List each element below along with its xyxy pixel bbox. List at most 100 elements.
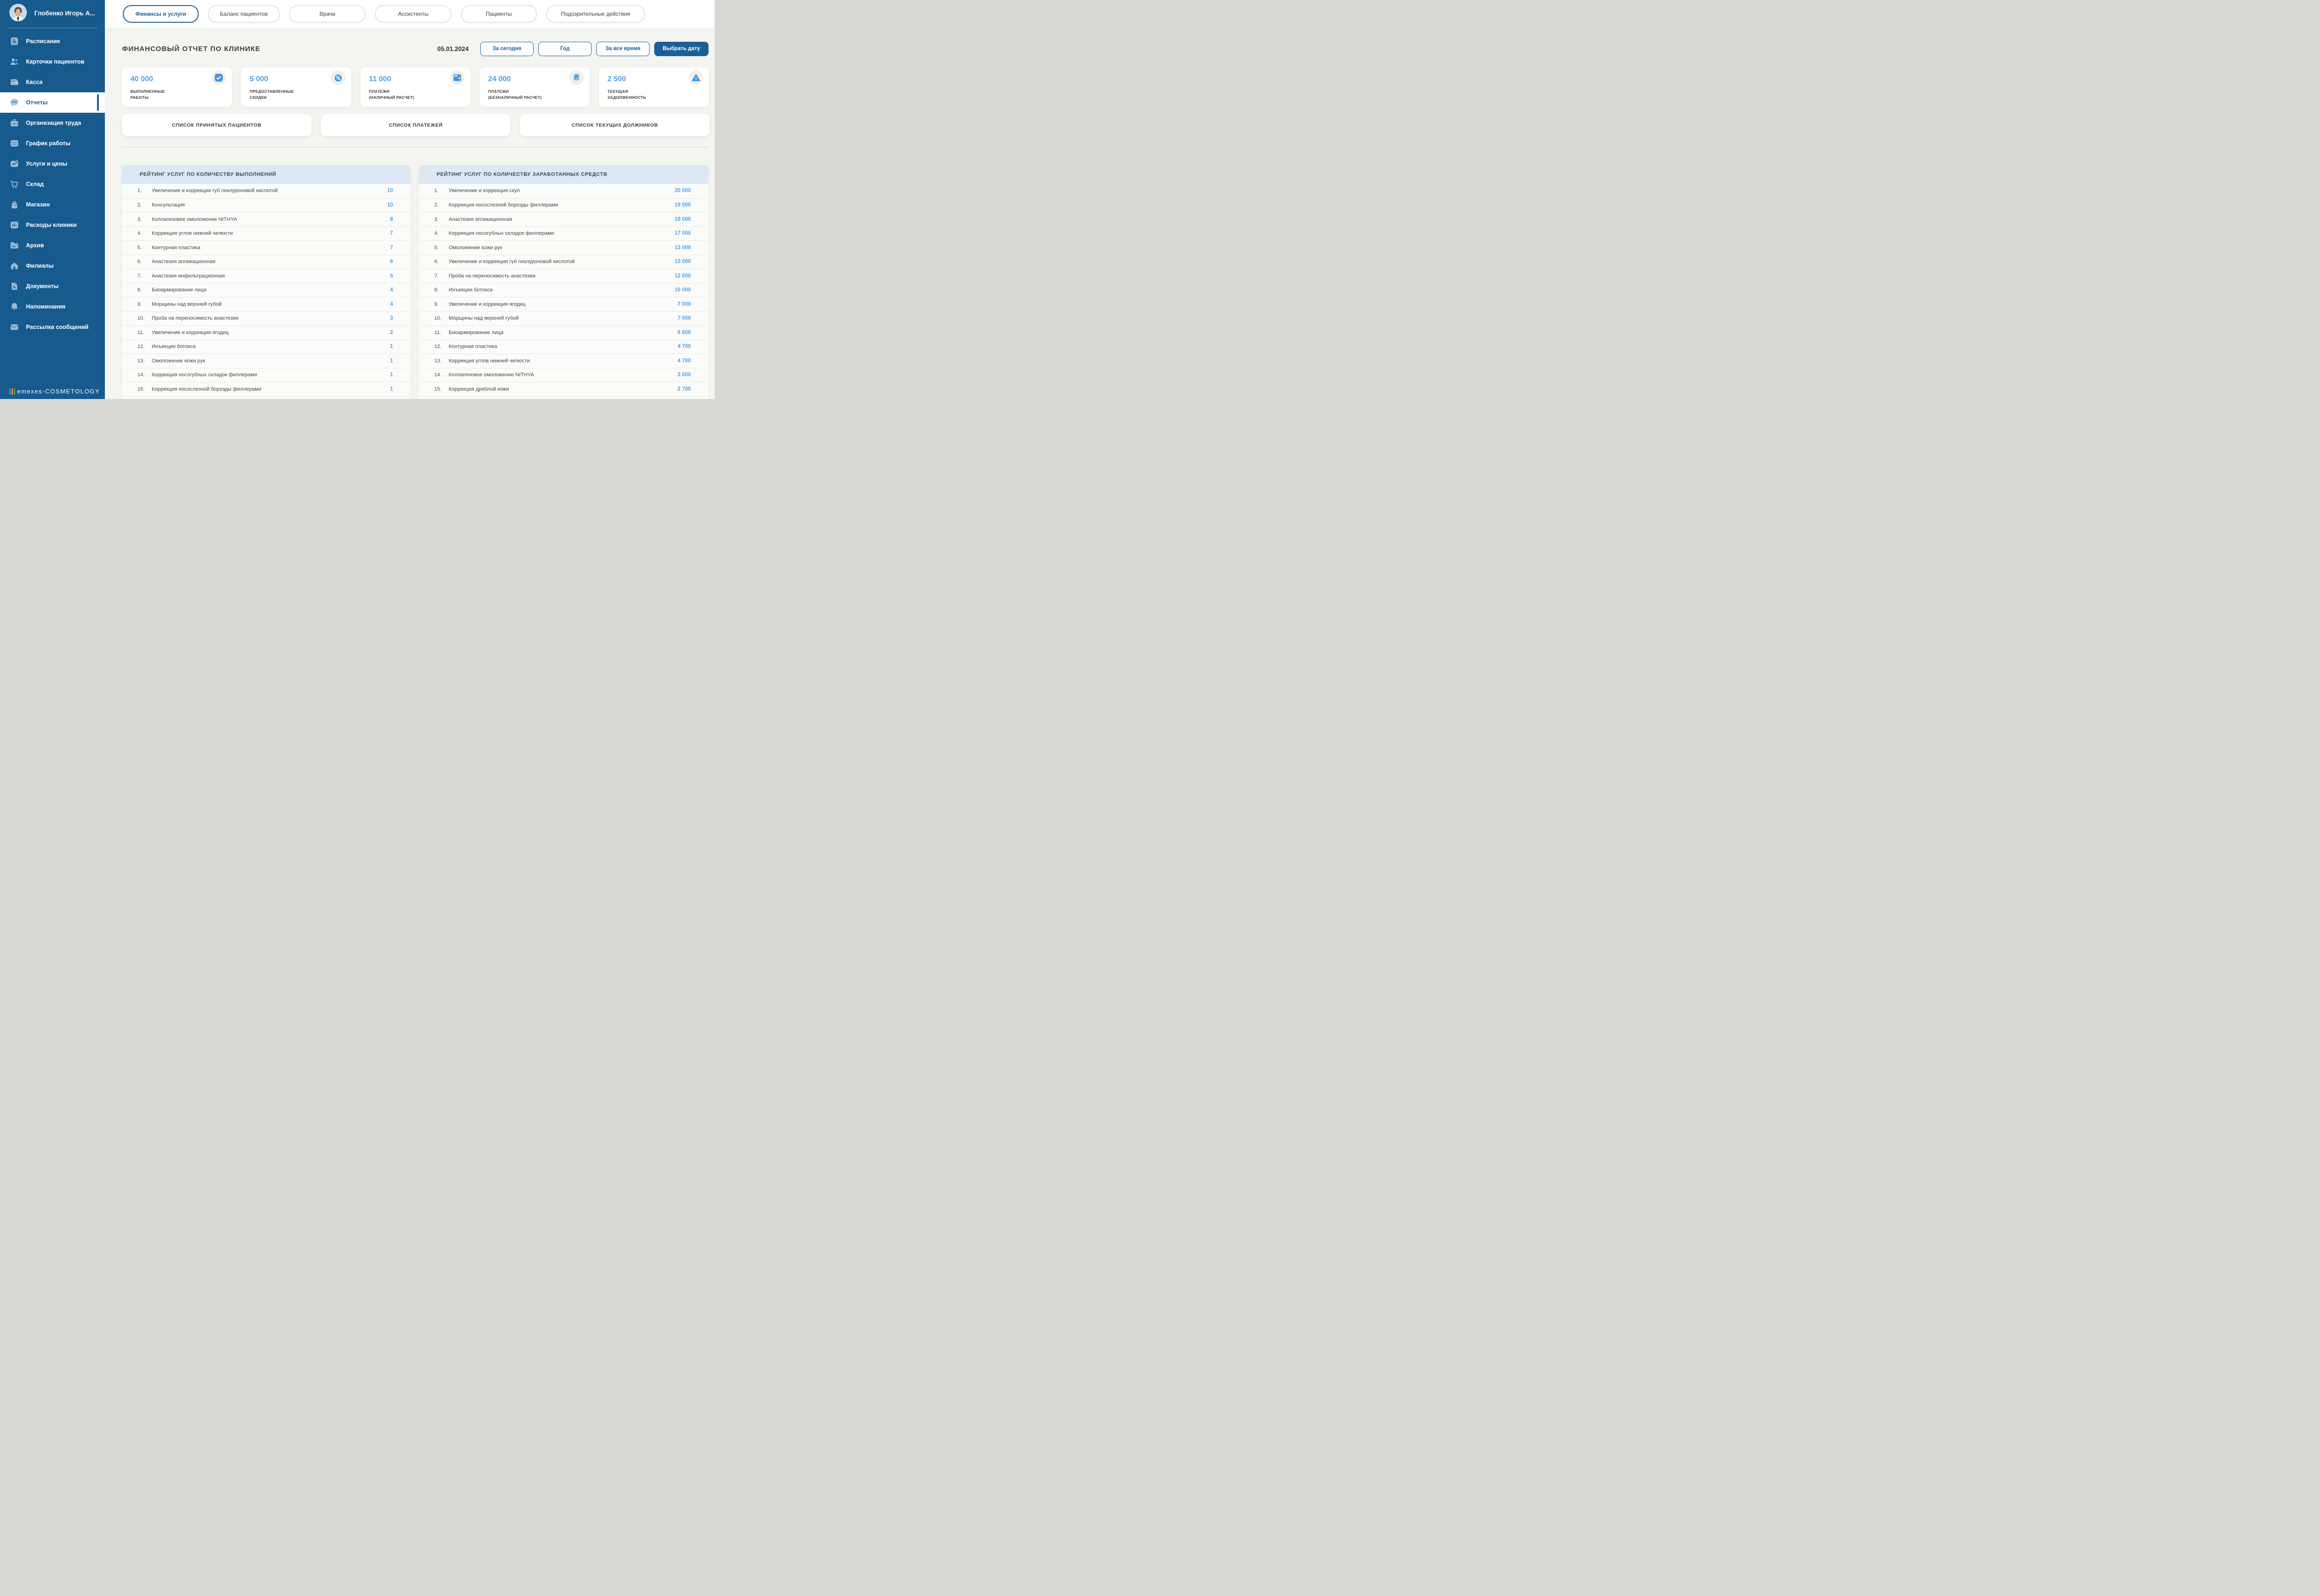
row-value: 2 xyxy=(390,330,393,335)
row-value: 17 000 xyxy=(675,231,691,236)
sidebar-item-label: Рассылка сообщений xyxy=(26,324,89,330)
table-row: 1. Увеличение и коррекция губ гиалуронов… xyxy=(122,184,411,198)
row-rank: 8. xyxy=(434,287,438,293)
row-service-name: Омоложение кожи рук xyxy=(449,245,502,251)
tab-patient-balance[interactable]: Баланс пациентов xyxy=(208,5,280,23)
shopping-bag-icon xyxy=(9,200,19,210)
rating-tables-row: РЕЙТИНГ УСЛУГ ПО КОЛИЧЕСТВУ ВЫПОЛНЕНИЙ 1… xyxy=(122,165,709,399)
sidebar-item-work-organization[interactable]: Организация труда xyxy=(0,113,105,133)
row-value: 7 000 xyxy=(677,302,691,307)
table-row: 7. Проба на переносимость анастезии 12 0… xyxy=(419,269,709,283)
sidebar-item-work-schedule[interactable]: График работы xyxy=(0,133,105,154)
table-row: 6. Увеличение и коррекция губ гиалуронов… xyxy=(419,255,709,269)
sidebar-item-messages[interactable]: Рассылка сообщений xyxy=(0,317,105,337)
page-title: ФИНАНСОВЫЙ ОТЧЕТ ПО КЛИНИКЕ xyxy=(122,45,260,53)
table-row: 8. Биоармирование лица 4 xyxy=(122,283,411,297)
row-value: 7 xyxy=(390,231,393,236)
row-value: 1 xyxy=(390,386,393,392)
discount-percent-icon xyxy=(331,71,345,85)
stat-value: 11 000 xyxy=(369,75,391,84)
payments-list-button[interactable]: СПИСОК ПЛАТЕЖЕЙ xyxy=(321,114,510,136)
sidebar-item-reports[interactable]: Отчеты xyxy=(0,92,105,113)
sidebar-item-shop[interactable]: Магазин xyxy=(0,194,105,215)
sidebar-item-label: Организация труда xyxy=(26,120,81,126)
tab-doctors[interactable]: Врачи xyxy=(289,5,366,23)
table-row: 6. Анастезия апликационная 6 xyxy=(122,255,411,269)
row-service-name: Инъекции ботокса xyxy=(449,287,493,293)
section-divider xyxy=(122,147,709,148)
stat-label: ПЛАТЕЖИ(БЕЗНАЛИЧНЫЙ РАСЧЕТ) xyxy=(488,89,542,101)
stat-label: ПЛАТЕЖИ(НАЛИЧНЫЙ РАСЧЕТ) xyxy=(369,89,414,101)
row-service-name: Контурная пластика xyxy=(152,245,200,251)
sidebar-item-label: Магазин xyxy=(26,201,50,208)
stat-value: 5 000 xyxy=(250,75,268,84)
check-icon xyxy=(212,71,226,85)
row-value: 10 xyxy=(387,188,393,193)
tab-suspicious-actions[interactable]: Подозрительные действия xyxy=(546,5,645,23)
row-service-name: Анастезия апликационная xyxy=(152,259,215,264)
row-service-name: Проба на переносимость анастезии xyxy=(152,315,238,321)
sidebar-item-branches[interactable]: Филиалы xyxy=(0,256,105,276)
row-service-name: Коррекция углов нижней челюсти xyxy=(152,231,233,236)
table-row: 14. Коллагеновое омоложение NITHYA 3 000 xyxy=(419,368,709,382)
stat-value: 2 500 xyxy=(607,75,626,84)
tab-finances-services[interactable]: Финансы и услуги xyxy=(123,5,199,23)
sidebar-item-archive[interactable]: Архив xyxy=(0,235,105,256)
calendar-grid-icon xyxy=(9,138,19,148)
stat-value: 40 000 xyxy=(130,75,153,84)
stat-card-current-debt: 2 500 ТЕКУЩАЯЗАДОЛЖЕННОСТЬ xyxy=(599,67,709,107)
current-debtors-list-button[interactable]: СПИСОК ТЕКУЩИХ ДОЛЖНИКОВ xyxy=(520,114,709,136)
stat-label: ВЫПОЛНЕННЫЕРАБОТЫ xyxy=(130,89,165,101)
sidebar-item-documents[interactable]: Документы xyxy=(0,276,105,296)
row-rank: 6. xyxy=(434,259,438,264)
tab-assistants[interactable]: Ассистенты xyxy=(375,5,451,23)
row-rank: 6. xyxy=(137,259,142,264)
table-row: 5. Омоложение кожи рук 13 000 xyxy=(419,240,709,255)
user-profile[interactable]: Глобенко Игорь А... xyxy=(0,0,105,28)
sidebar-item-schedule[interactable]: Расписание xyxy=(0,31,105,51)
folder-icon xyxy=(9,240,19,251)
tab-patients[interactable]: Пациенты xyxy=(461,5,537,23)
table-row: 8. Инъекции ботокса 10 000 xyxy=(419,283,709,297)
row-rank: 3. xyxy=(137,217,142,222)
document-icon xyxy=(9,281,19,291)
sidebar-item-warehouse[interactable]: Склад xyxy=(0,174,105,194)
sidebar: Глобенко Игорь А... Расписание Карточки … xyxy=(0,0,105,399)
range-year-button[interactable]: Год xyxy=(538,42,592,56)
table-title: РЕЙТИНГ УСЛУГ ПО КОЛИЧЕСТВУ ЗАРАБОТАННЫХ… xyxy=(437,172,607,177)
sidebar-item-label: Услуги и цены xyxy=(26,161,67,167)
row-rank: 8. xyxy=(137,287,142,293)
stat-card-cashless-payments: 24 000 ₴ ПЛАТЕЖИ(БЕЗНАЛИЧНЫЙ РАСЧЕТ) xyxy=(480,67,590,107)
sidebar-item-cashbox[interactable]: Касса xyxy=(0,72,105,92)
sidebar-item-clinic-expenses[interactable]: Расходы клиники xyxy=(0,215,105,235)
row-value: 18 000 xyxy=(675,217,691,222)
range-today-button[interactable]: За сегодня xyxy=(480,42,534,56)
row-service-name: Коллагеновое омоложение NITHYA xyxy=(152,217,237,222)
row-service-name: Коллагеновое омоложение NITHYA xyxy=(449,372,534,378)
stat-label: ПРЕДОСТАВЛЕННЫЕСКИДКИ xyxy=(250,89,294,101)
row-value: 8 xyxy=(390,217,393,222)
table-row: 3. Анастезия апликационная 18 000 xyxy=(419,212,709,226)
stat-card-cash-payments: 11 000 ПЛАТЕЖИ(НАЛИЧНЫЙ РАСЧЕТ) xyxy=(361,67,470,107)
row-service-name: Коррекция носогубных складок филлерами xyxy=(449,231,554,236)
row-value: 2 700 xyxy=(677,386,691,392)
table-row: 16. Увеличение и коррекция губ гиалуроно… xyxy=(419,396,709,399)
sidebar-item-label: Филиалы xyxy=(26,263,54,269)
row-value: 7 xyxy=(390,245,393,251)
sidebar-item-patient-cards[interactable]: Карточки пациентов xyxy=(0,51,105,72)
sidebar-item-label: Расходы клиники xyxy=(26,222,77,228)
sidebar-item-services-prices[interactable]: Услуги и цены xyxy=(0,154,105,174)
table-row: 9. Увеличение и коррекция ягодиц 7 000 xyxy=(419,297,709,311)
row-service-name: Анастезия инфильтрационная xyxy=(152,273,225,279)
bar-chart-icon xyxy=(9,220,19,230)
range-all-time-button[interactable]: За все время xyxy=(596,42,650,56)
envelope-icon xyxy=(9,322,19,332)
table-row: 7. Анастезия инфильтрационная 5 xyxy=(122,269,411,283)
sidebar-item-label: График работы xyxy=(26,140,71,147)
price-chart-icon xyxy=(9,159,19,169)
accepted-patients-list-button[interactable]: СПИСОК ПРИНЯТЫХ ПАЦИЕНТОВ xyxy=(122,114,311,136)
pick-date-button[interactable]: Выбрать дату xyxy=(654,42,709,56)
row-rank: 13. xyxy=(137,358,145,364)
row-value: 20 000 xyxy=(675,188,691,193)
sidebar-item-reminders[interactable]: Напоминания xyxy=(0,296,105,317)
